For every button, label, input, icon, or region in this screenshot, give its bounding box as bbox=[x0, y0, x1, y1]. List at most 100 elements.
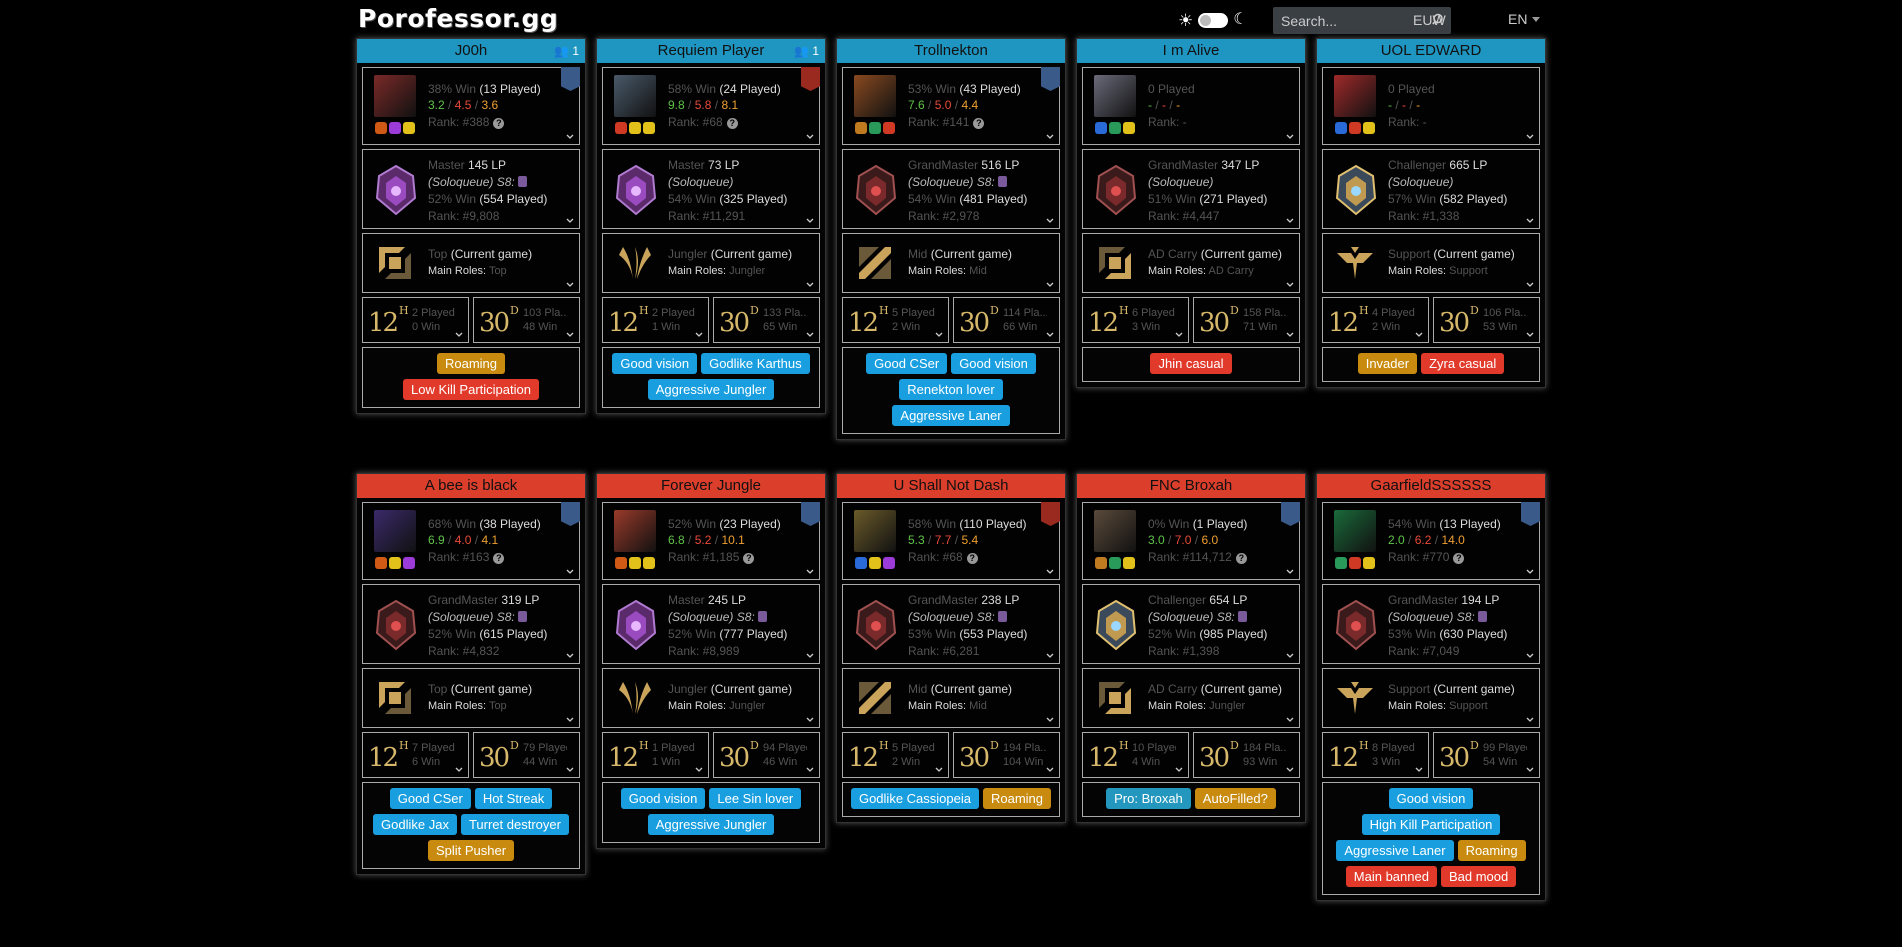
role-info[interactable]: Mid (Current game) Main Roles: Mid bbox=[842, 668, 1060, 728]
recent-30d-stats[interactable]: 30 D 184 Pla... 93 Win bbox=[1193, 732, 1300, 778]
champion-stats[interactable]: 52% Win (23 Played) 6.8 / 5.2 / 10.1 Ran… bbox=[602, 502, 820, 580]
chevron-down-icon[interactable] bbox=[455, 331, 463, 339]
recent-12h-stats[interactable]: 12 H 8 Played 3 Win bbox=[1322, 732, 1429, 778]
recent-12h-stats[interactable]: 12 H 2 Played 0 Win bbox=[362, 297, 469, 343]
chevron-down-icon[interactable] bbox=[566, 568, 574, 576]
player-tag[interactable]: Main banned bbox=[1345, 866, 1437, 887]
player-tag[interactable]: Hot Streak bbox=[474, 788, 553, 809]
summoner-name[interactable]: A bee is black bbox=[425, 477, 518, 494]
player-tag[interactable]: Jhin casual bbox=[1150, 353, 1232, 374]
chevron-down-icon[interactable] bbox=[455, 766, 463, 774]
chevron-down-icon[interactable] bbox=[1046, 133, 1054, 141]
chevron-down-icon[interactable] bbox=[1286, 281, 1294, 289]
chevron-down-icon[interactable] bbox=[1046, 766, 1054, 774]
role-info[interactable]: Jungler (Current game) Main Roles: Jungl… bbox=[602, 233, 820, 293]
role-info[interactable]: AD Carry (Current game) Main Roles: AD C… bbox=[1082, 233, 1300, 293]
chevron-down-icon[interactable] bbox=[1415, 766, 1423, 774]
role-info[interactable]: Support (Current game) Main Roles: Suppo… bbox=[1322, 233, 1540, 293]
chevron-down-icon[interactable] bbox=[1526, 217, 1534, 225]
ranked-stats[interactable]: Master 73 LP (Soloqueue) 54% Win (325 Pl… bbox=[602, 149, 820, 229]
chevron-down-icon[interactable] bbox=[1526, 331, 1534, 339]
champion-stats[interactable]: 0 Played - / - / - Rank: - bbox=[1322, 67, 1540, 145]
ranked-stats[interactable]: Master 245 LP (Soloqueue) S8: 52% Win (7… bbox=[602, 584, 820, 664]
recent-12h-stats[interactable]: 12 H 2 Played 1 Win bbox=[602, 297, 709, 343]
player-tag[interactable]: Good vision bbox=[612, 353, 698, 374]
help-icon[interactable]: ? bbox=[493, 118, 505, 129]
chevron-down-icon[interactable] bbox=[566, 331, 574, 339]
help-icon[interactable]: ? bbox=[743, 553, 755, 564]
chevron-down-icon[interactable] bbox=[566, 133, 574, 141]
role-info[interactable]: Top (Current game) Main Roles: Top bbox=[362, 233, 580, 293]
player-card-header[interactable]: Forever Jungle bbox=[597, 474, 825, 498]
chevron-down-icon[interactable] bbox=[1526, 716, 1534, 724]
role-info[interactable]: AD Carry (Current game) Main Roles: Jung… bbox=[1082, 668, 1300, 728]
player-tag[interactable]: Invader bbox=[1357, 353, 1418, 374]
chevron-down-icon[interactable] bbox=[806, 281, 814, 289]
chevron-down-icon[interactable] bbox=[695, 766, 703, 774]
recent-30d-stats[interactable]: 30D 99 Played 54 Win bbox=[1433, 732, 1540, 778]
player-tag[interactable]: Godlike Jax bbox=[373, 814, 457, 835]
help-icon[interactable]: ? bbox=[493, 553, 505, 564]
recent-12h-stats[interactable]: 12 H 7 Played 6 Win bbox=[362, 732, 469, 778]
player-tag[interactable]: Renekton lover bbox=[899, 379, 1003, 400]
player-card-header[interactable]: Trollnekton bbox=[837, 39, 1065, 63]
help-icon[interactable]: ? bbox=[1453, 553, 1465, 564]
language-select[interactable]: EN bbox=[1508, 11, 1540, 27]
player-tag[interactable]: Aggressive Jungler bbox=[647, 814, 775, 835]
champion-stats[interactable]: 0 Played - / - / - Rank: - bbox=[1082, 67, 1300, 145]
recent-30d-stats[interactable]: 30 D 133 Pla... 65 Win bbox=[713, 297, 820, 343]
player-card-header[interactable]: UOL EDWARD bbox=[1317, 39, 1545, 63]
player-tag[interactable]: Split Pusher bbox=[427, 840, 515, 861]
recent-12h-stats[interactable]: 12 H 6 Played 3 Win bbox=[1082, 297, 1189, 343]
help-icon[interactable]: ? bbox=[973, 118, 985, 129]
recent-30d-stats[interactable]: 30 D 114 Pla... 66 Win bbox=[953, 297, 1060, 343]
recent-30d-stats[interactable]: 30 D 194 Pla... 104 Win bbox=[953, 732, 1060, 778]
player-card-header[interactable]: FNC Broxah bbox=[1077, 474, 1305, 498]
player-tag[interactable]: Low Kill Participation bbox=[403, 379, 539, 400]
chevron-down-icon[interactable] bbox=[566, 766, 574, 774]
search-input[interactable] bbox=[1281, 12, 1401, 29]
champion-stats[interactable]: 58% Win (24 Played) 9.8 / 5.8 / 8.1 Rank… bbox=[602, 67, 820, 145]
player-card-header[interactable]: U Shall Not Dash bbox=[837, 474, 1065, 498]
player-tag[interactable]: Godlike Cassiopeia bbox=[850, 788, 979, 809]
help-icon[interactable]: ? bbox=[1235, 553, 1247, 564]
recent-30d-stats[interactable]: 30D 94 Played 46 Win bbox=[713, 732, 820, 778]
chevron-down-icon[interactable] bbox=[1286, 133, 1294, 141]
summoner-name[interactable]: J00h bbox=[455, 42, 488, 59]
chevron-down-icon[interactable] bbox=[1175, 331, 1183, 339]
chevron-down-icon[interactable] bbox=[1046, 281, 1054, 289]
player-tag[interactable]: Aggressive Jungler bbox=[647, 379, 775, 400]
summoner-name[interactable]: FNC Broxah bbox=[1150, 477, 1233, 494]
player-tag[interactable]: Good vision bbox=[620, 788, 706, 809]
champion-stats[interactable]: 0% Win (1 Played) 3.0 / 7.0 / 6.0 Rank: … bbox=[1082, 502, 1300, 580]
chevron-down-icon[interactable] bbox=[1526, 133, 1534, 141]
chevron-down-icon[interactable] bbox=[806, 217, 814, 225]
player-tag[interactable]: Aggressive Laner bbox=[892, 405, 1010, 426]
player-tag[interactable]: AutoFilled? bbox=[1194, 788, 1276, 809]
chevron-down-icon[interactable] bbox=[806, 133, 814, 141]
chevron-down-icon[interactable] bbox=[1046, 331, 1054, 339]
chevron-down-icon[interactable] bbox=[566, 716, 574, 724]
role-info[interactable]: Top (Current game) Main Roles: Top bbox=[362, 668, 580, 728]
chevron-down-icon[interactable] bbox=[1046, 652, 1054, 660]
chevron-down-icon[interactable] bbox=[566, 652, 574, 660]
chevron-down-icon[interactable] bbox=[806, 568, 814, 576]
player-tag[interactable]: Aggressive Laner bbox=[1336, 840, 1454, 861]
player-tag[interactable]: Good CSer bbox=[389, 788, 471, 809]
chevron-down-icon[interactable] bbox=[1286, 568, 1294, 576]
recent-12h-stats[interactable]: 12 H 4 Played 2 Win bbox=[1322, 297, 1429, 343]
chevron-down-icon[interactable] bbox=[1286, 331, 1294, 339]
chevron-down-icon[interactable] bbox=[695, 331, 703, 339]
player-tag[interactable]: Roaming bbox=[1457, 840, 1526, 861]
player-tag[interactable]: Turret destroyer bbox=[460, 814, 569, 835]
chevron-down-icon[interactable] bbox=[1415, 331, 1423, 339]
chevron-down-icon[interactable] bbox=[1286, 716, 1294, 724]
champion-stats[interactable]: 38% Win (13 Played) 3.2 / 4.5 / 3.6 Rank… bbox=[362, 67, 580, 145]
recent-12h-stats[interactable]: 12 H 1 Played 1 Win bbox=[602, 732, 709, 778]
summoner-name[interactable]: U Shall Not Dash bbox=[893, 477, 1008, 494]
chevron-down-icon[interactable] bbox=[1046, 716, 1054, 724]
ranked-stats[interactable]: GrandMaster 238 LP (Soloqueue) S8: 53% W… bbox=[842, 584, 1060, 664]
champion-stats[interactable]: 68% Win (38 Played) 6.9 / 4.0 / 4.1 Rank… bbox=[362, 502, 580, 580]
search-icon[interactable] bbox=[1430, 11, 1448, 29]
recent-12h-stats[interactable]: 12H 10 Played 4 Win bbox=[1082, 732, 1189, 778]
